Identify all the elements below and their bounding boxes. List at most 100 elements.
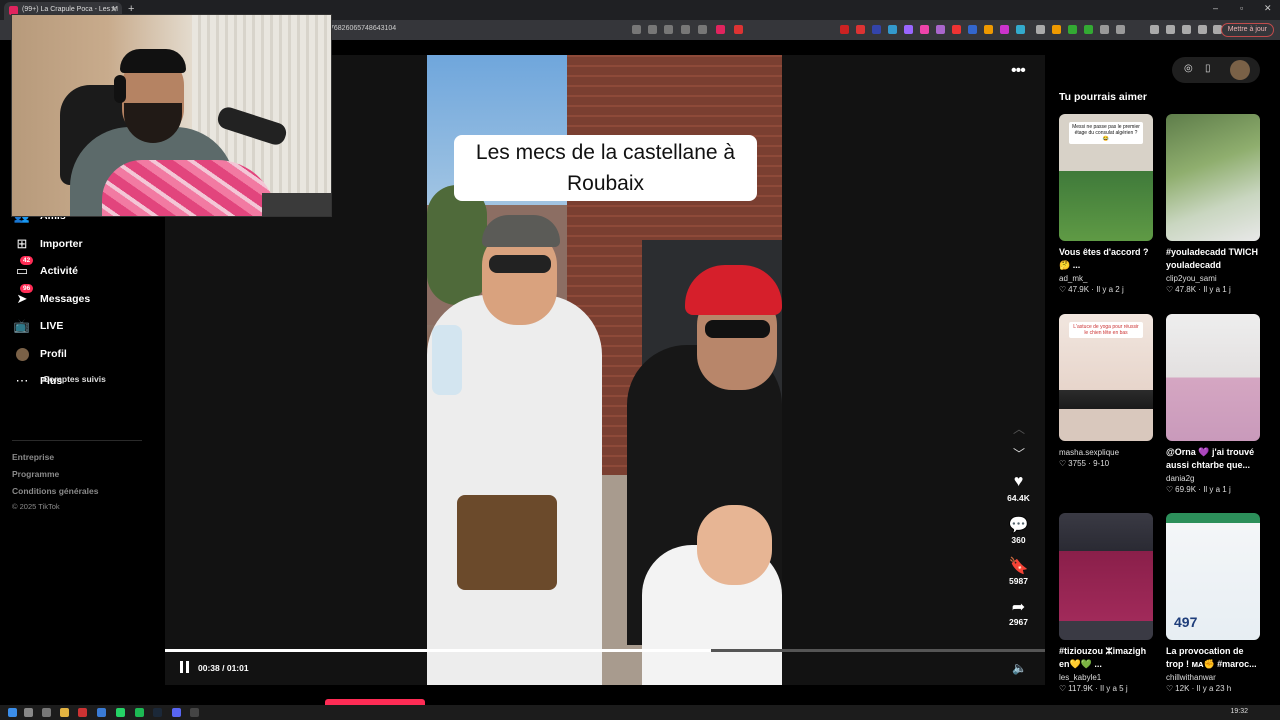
file-explorer-icon[interactable] — [60, 708, 69, 717]
more-options-icon[interactable]: ••• — [1011, 62, 1026, 80]
start-icon[interactable] — [8, 708, 17, 717]
whatsapp-icon[interactable] — [116, 708, 125, 717]
card-username[interactable]: les_kabyle1 — [1059, 673, 1154, 682]
comment-button[interactable]: 💬 360 — [1000, 515, 1037, 545]
extension-icon[interactable] — [1116, 25, 1125, 34]
close-tab-icon[interactable]: ✕ — [110, 5, 117, 14]
task-view-icon[interactable] — [42, 708, 51, 717]
zoom-icon[interactable] — [681, 25, 690, 34]
profile-icon[interactable] — [1198, 25, 1207, 34]
extension-icon[interactable] — [968, 25, 977, 34]
recommendation-card[interactable]: 497 La provocation de trop ! ᴍᴀ✊ #maroc.… — [1166, 513, 1261, 693]
steam-icon[interactable] — [153, 708, 162, 717]
compass-icon[interactable]: ◎ — [1184, 63, 1193, 74]
translate-icon[interactable] — [664, 25, 673, 34]
recommendation-card[interactable]: #youladecadd TWICH youladecadd clip2you_… — [1166, 114, 1261, 294]
card-username[interactable]: ad_mk_ — [1059, 274, 1154, 283]
no-camera-icon[interactable] — [632, 25, 641, 34]
open-external-icon[interactable] — [648, 25, 657, 34]
card-thumbnail[interactable]: 497 — [1166, 513, 1260, 640]
extension-icon[interactable] — [1052, 25, 1061, 34]
save-button[interactable]: 🔖 5987 — [1000, 556, 1037, 586]
phone-icon[interactable]: ▯ — [1205, 63, 1211, 74]
pause-button[interactable] — [179, 661, 191, 675]
sidebar-item-profile[interactable]: Profil — [14, 343, 164, 365]
footer-link-program[interactable]: Programme — [12, 469, 59, 479]
extension-icon[interactable] — [1016, 25, 1025, 34]
recommendation-card[interactable]: L'astuce de yoga pour réussir le chien t… — [1059, 314, 1154, 468]
card-title[interactable]: #youladecadd TWICH youladecadd — [1166, 246, 1261, 272]
volume-icon[interactable]: 🔈 — [1012, 661, 1027, 675]
video-frame-bag — [457, 495, 557, 590]
heart-outline-icon: ♡ — [1166, 485, 1174, 494]
recommendation-card[interactable]: Messi ne passe pas le premier étage du c… — [1059, 114, 1154, 294]
extension-icon[interactable] — [1068, 25, 1077, 34]
sidebar-item-messages[interactable]: ➤ 96 Messages — [14, 284, 164, 310]
reading-list-icon[interactable] — [1166, 25, 1175, 34]
update-button[interactable]: Mettre à jour — [1220, 23, 1274, 37]
avatar[interactable] — [1230, 60, 1250, 80]
url-text[interactable]: 76826065748643104 — [330, 25, 396, 32]
card-username[interactable]: dania2g — [1166, 474, 1261, 483]
app-icon[interactable] — [97, 708, 106, 717]
card-thumbnail[interactable]: Messi ne passe pas le premier étage du c… — [1059, 114, 1153, 241]
thumbnail-number: 497 — [1174, 614, 1198, 630]
streamer-webcam — [11, 14, 332, 217]
next-video-icon[interactable]: ﹀ — [1013, 445, 1025, 462]
extension-icon[interactable] — [1100, 25, 1109, 34]
card-username[interactable]: clip2you_sami — [1166, 274, 1261, 283]
extension-icon[interactable] — [856, 25, 865, 34]
card-thumbnail[interactable]: L'astuce de yoga pour réussir le chien t… — [1059, 314, 1153, 441]
extension-icon[interactable] — [920, 25, 929, 34]
spotify-icon[interactable] — [135, 708, 144, 717]
previous-video-icon[interactable]: ︿ — [1013, 420, 1025, 437]
extension-icon[interactable] — [872, 25, 881, 34]
card-thumbnail[interactable] — [1059, 513, 1153, 640]
card-username[interactable]: masha.sexplique — [1059, 448, 1154, 457]
card-title[interactable]: @Orna 💜 j'ai trouvé aussi chtarbe que... — [1166, 446, 1261, 472]
browser-icon[interactable] — [78, 708, 87, 717]
card-username[interactable]: chillwithanwar — [1166, 673, 1261, 682]
bookmark-icon[interactable] — [716, 25, 725, 34]
extension-icon[interactable] — [1036, 25, 1045, 34]
extension-icon[interactable] — [936, 25, 945, 34]
extension-icon[interactable] — [840, 25, 849, 34]
card-title[interactable]: Vous êtes d'accord ? 🤔 ... — [1059, 246, 1154, 272]
extension-icon[interactable] — [1084, 25, 1093, 34]
media-icon[interactable] — [1150, 25, 1159, 34]
following-accounts-label: Comptes suivis — [43, 374, 106, 384]
discord-icon[interactable] — [172, 708, 181, 717]
recommendation-card[interactable]: @Orna 💜 j'ai trouvé aussi chtarbe que...… — [1166, 314, 1261, 494]
card-meta: ♡ 12K · Il y a 23 h — [1166, 684, 1232, 693]
split-screen-icon[interactable] — [1182, 25, 1191, 34]
sidebar-item-import[interactable]: ⊞ Importer — [14, 233, 164, 255]
footer-link-company[interactable]: Entreprise — [12, 452, 54, 462]
footer-link-terms[interactable]: Conditions générales — [12, 486, 98, 496]
view-count: 12K — [1175, 684, 1190, 693]
search-icon[interactable] — [24, 708, 33, 717]
video-player[interactable]: Les mecs de la castellane à Roubaix — [427, 55, 782, 685]
sidebar-item-activity[interactable]: ▭ 42 Activité — [14, 256, 164, 282]
share-button[interactable]: ➦ 2967 — [1000, 597, 1037, 627]
like-button[interactable]: ♥ 64.4K — [1000, 473, 1037, 503]
comment-icon: 💬 — [1008, 517, 1029, 534]
recommendation-card[interactable]: #tiziouzou ⵣimazigh en💛💚 ... les_kabyle1… — [1059, 513, 1154, 693]
minimize-icon[interactable]: – — [1213, 3, 1218, 13]
obs-icon[interactable] — [190, 708, 199, 717]
card-title[interactable]: #tiziouzou ⵣimazigh en💛💚 ... — [1059, 645, 1154, 671]
maximize-icon[interactable]: ▫ — [1240, 3, 1243, 13]
sidebar-item-live[interactable]: 📺 LIVE — [14, 315, 164, 337]
extension-icon[interactable] — [952, 25, 961, 34]
extension-icon[interactable] — [904, 25, 913, 34]
webcam-headphones — [114, 75, 126, 103]
card-title[interactable]: La provocation de trop ! ᴍᴀ✊ #maroc... — [1166, 645, 1261, 671]
extension-icon[interactable] — [888, 25, 897, 34]
extension-icon[interactable] — [1000, 25, 1009, 34]
card-thumbnail[interactable] — [1166, 314, 1260, 441]
share-icon[interactable] — [698, 25, 707, 34]
extension-icon[interactable] — [984, 25, 993, 34]
video-progress-bar[interactable] — [165, 649, 1045, 652]
close-window-icon[interactable]: ✕ — [1264, 3, 1272, 14]
card-thumbnail[interactable] — [1166, 114, 1260, 241]
extension-warning-icon[interactable] — [734, 25, 743, 34]
